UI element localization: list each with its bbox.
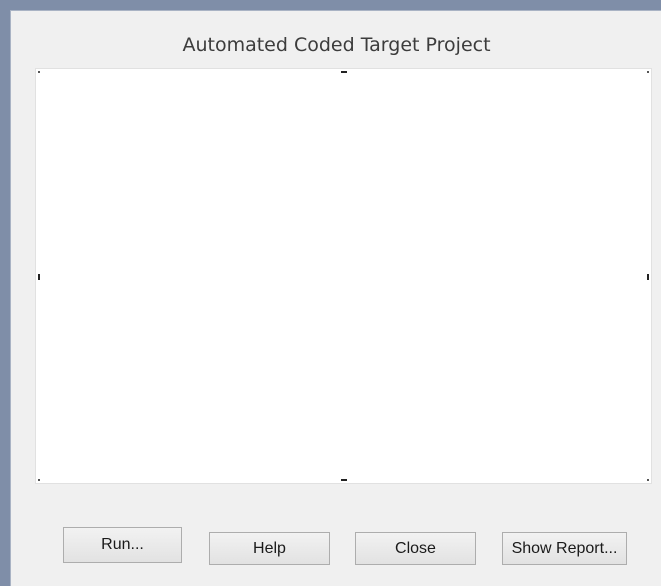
resize-handle-top-right[interactable]	[647, 71, 649, 73]
resize-handle-top-left[interactable]	[38, 71, 40, 73]
close-button[interactable]: Close	[355, 532, 476, 565]
window-frame: Automated Coded Target Project Run... He…	[0, 0, 661, 586]
resize-handle-bottom-right[interactable]	[647, 479, 649, 481]
resize-handle-bottom-left[interactable]	[38, 479, 40, 481]
project-dialog: Automated Coded Target Project Run... He…	[10, 10, 661, 586]
help-button[interactable]: Help	[209, 532, 330, 565]
dialog-title: Automated Coded Target Project	[182, 34, 491, 56]
resize-handle-left[interactable]	[38, 274, 40, 280]
resize-handle-top[interactable]	[341, 71, 347, 73]
run-button[interactable]: Run...	[63, 527, 182, 563]
resize-handle-bottom[interactable]	[341, 479, 347, 481]
resize-handle-right[interactable]	[647, 274, 649, 280]
output-panel[interactable]	[35, 68, 652, 484]
show-report-button[interactable]: Show Report...	[502, 532, 627, 565]
